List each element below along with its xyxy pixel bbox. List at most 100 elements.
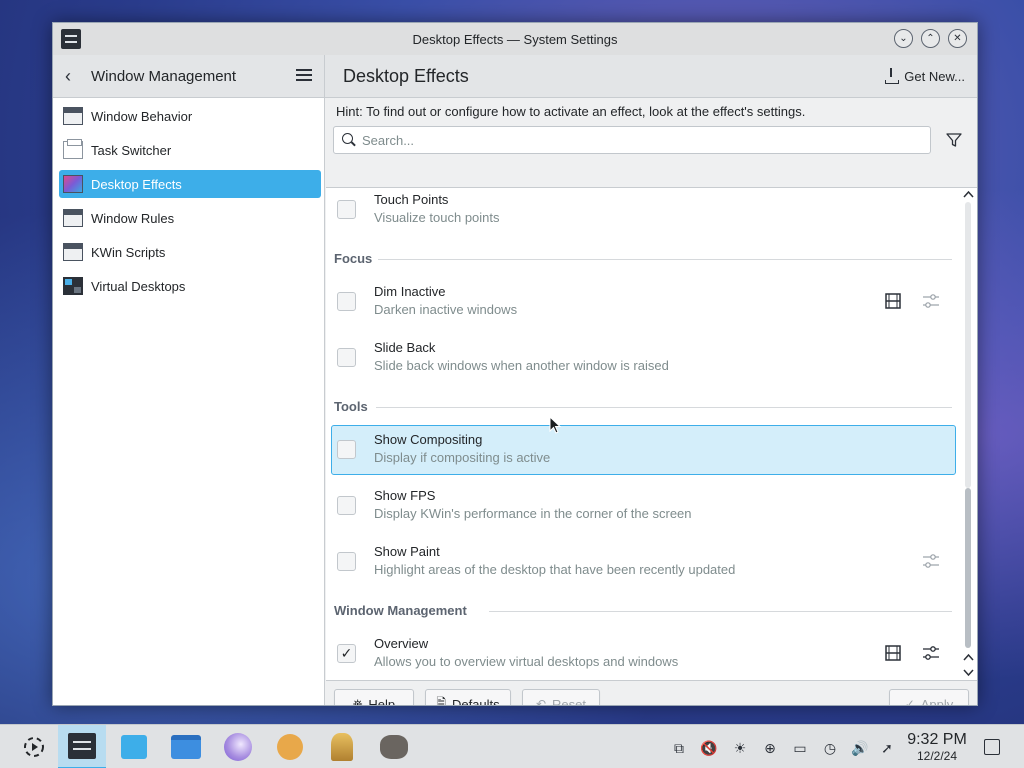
window-rules-icon [63,209,83,227]
effects-list[interactable]: Touch Points Visualize touch points Focu… [326,187,977,681]
sidebar-item-kwin-scripts[interactable]: KWin Scripts [59,238,321,266]
volume-icon[interactable]: 🔊 [851,739,869,757]
brightness-icon[interactable]: ☀ [731,739,749,757]
scroll-up-arrow-icon[interactable] [963,190,974,199]
search-field[interactable] [333,126,931,154]
clock-date: 12/2/24 [916,749,958,763]
effect-name: Show Compositing [374,432,483,447]
effect-description: Display KWin's performance in the corner… [374,506,692,521]
hamburger-menu-icon[interactable] [296,69,312,81]
kwin-scripts-icon [63,243,83,261]
task-switcher-icon [63,139,83,159]
effect-description: Darken inactive windows [374,302,518,317]
effect-row-show-paint[interactable]: Show Paint Highlight areas of the deskto… [331,537,956,587]
sidebar-item-window-rules[interactable]: Window Rules [59,204,321,232]
effect-checkbox[interactable] [337,348,356,367]
section-divider [376,407,952,408]
effect-name: Overview [374,636,429,651]
header-row: ‹ Window Management Desktop Effects Get … [53,55,977,98]
apply-button[interactable]: ✓ Apply [889,689,969,706]
section-header-focus: Focus [334,251,373,266]
pointer-icon[interactable]: ➚ [878,739,896,757]
taskbar-kdenlive[interactable] [214,725,262,768]
help-button[interactable]: ⛯ Help [334,689,414,706]
effect-name: Slide Back [374,340,436,355]
section-divider [378,259,952,260]
effect-checkbox[interactable] [337,292,356,311]
virtual-desktops-icon [63,277,83,295]
desktop-effects-icon [63,175,83,193]
effect-row-show-compositing[interactable]: Show Compositing Display if compositing … [331,425,956,475]
effect-description: Allows you to overview virtual desktops … [374,654,679,669]
effect-checkbox[interactable]: ✓ [337,644,356,663]
reset-label: Reset [552,696,587,706]
maximize-button[interactable]: ⌃ [921,29,940,48]
parent-category-title[interactable]: Window Management [91,68,236,85]
window-title: Desktop Effects — System Settings [412,31,618,47]
scroll-thumb[interactable] [965,488,971,648]
effect-row-dim-inactive[interactable]: Dim Inactive Darken inactive windows [331,277,956,327]
download-icon [884,68,900,84]
digital-clock[interactable]: 9:32 PM 12/2/24 [904,731,970,763]
preview-video-icon[interactable] [884,644,902,662]
back-arrow-icon[interactable]: ‹ [65,66,87,87]
effect-checkbox[interactable] [337,552,356,571]
filter-icon[interactable] [946,132,962,148]
effect-row-touch-points[interactable]: Touch Points Visualize touch points [331,188,956,235]
minimize-button[interactable]: ⌄ [894,29,913,48]
effect-row-slide-back[interactable]: Slide Back Slide back windows when anoth… [331,333,956,383]
taskbar-gimp[interactable] [370,725,418,768]
network-icon[interactable]: ⊕ [761,739,779,757]
application-launcher-button[interactable] [10,725,58,768]
taskbar-app-audio[interactable] [266,725,314,768]
undo-icon: ↶ [535,697,547,706]
search-input[interactable] [362,132,922,148]
effect-checkbox[interactable] [337,440,356,459]
kde-connect-icon[interactable]: ⧉ [670,739,688,757]
updates-icon[interactable]: ◷ [821,739,839,757]
defaults-button[interactable]: 🗎 Defaults [425,689,511,706]
effect-checkbox[interactable] [337,496,356,515]
effect-checkbox[interactable] [337,200,356,219]
effect-description: Display if compositing is active [374,450,551,465]
sidebar-item-label: Task Switcher [91,142,172,158]
sidebar-item-virtual-desktops[interactable]: Virtual Desktops [59,272,321,300]
sidebar-item-desktop-effects[interactable]: Desktop Effects [59,170,321,198]
page-title: Desktop Effects [343,66,469,86]
taskbar-discover[interactable] [110,725,158,768]
discover-store-icon [121,735,147,759]
effect-row-show-fps[interactable]: Show FPS Display KWin's performance in t… [331,481,956,531]
display-icon[interactable]: ▭ [791,739,809,757]
scroll-track[interactable] [965,202,971,488]
system-settings-app-icon[interactable] [61,29,81,49]
scrollbar[interactable] [960,188,977,680]
section-header-tools: Tools [334,399,368,414]
configure-settings-icon[interactable] [922,292,940,310]
sidebar-item-window-behavior[interactable]: Window Behavior [59,102,321,130]
effect-row-overview[interactable]: ✓ Overview Allows you to overview virtua… [331,629,956,679]
document-icon: 🗎 [436,695,446,706]
configure-settings-icon[interactable] [922,552,940,570]
scroll-down-arrow-icon[interactable] [963,668,974,677]
taskbar-system-settings[interactable] [58,725,106,768]
system-settings-window: Desktop Effects — System Settings ⌄ ⌃ ✕ … [52,22,978,706]
app-character-icon [277,734,303,760]
taskbar-dolphin[interactable] [162,725,210,768]
help-label: Help [368,696,396,706]
checkmark-icon: ✓ [904,697,915,706]
audio-muted-icon[interactable]: 🔇 [700,739,718,757]
scroll-up-arrow-icon[interactable] [963,653,974,662]
sidebar-item-label: Window Rules [91,210,175,226]
show-desktop-icon[interactable] [984,739,1000,755]
app-figure-icon [331,733,353,761]
title-bar[interactable]: Desktop Effects — System Settings ⌄ ⌃ ✕ [53,23,977,55]
effect-name: Show Paint [374,544,440,559]
taskbar-app-figure[interactable] [318,725,366,768]
preview-video-icon[interactable] [884,292,902,310]
effect-name: Dim Inactive [374,284,446,299]
get-new-button[interactable]: Get New... [884,68,965,84]
reset-button[interactable]: ↶ Reset [522,689,600,706]
configure-settings-icon[interactable] [922,644,940,662]
sidebar-item-task-switcher[interactable]: Task Switcher [59,136,321,164]
close-button[interactable]: ✕ [948,29,967,48]
